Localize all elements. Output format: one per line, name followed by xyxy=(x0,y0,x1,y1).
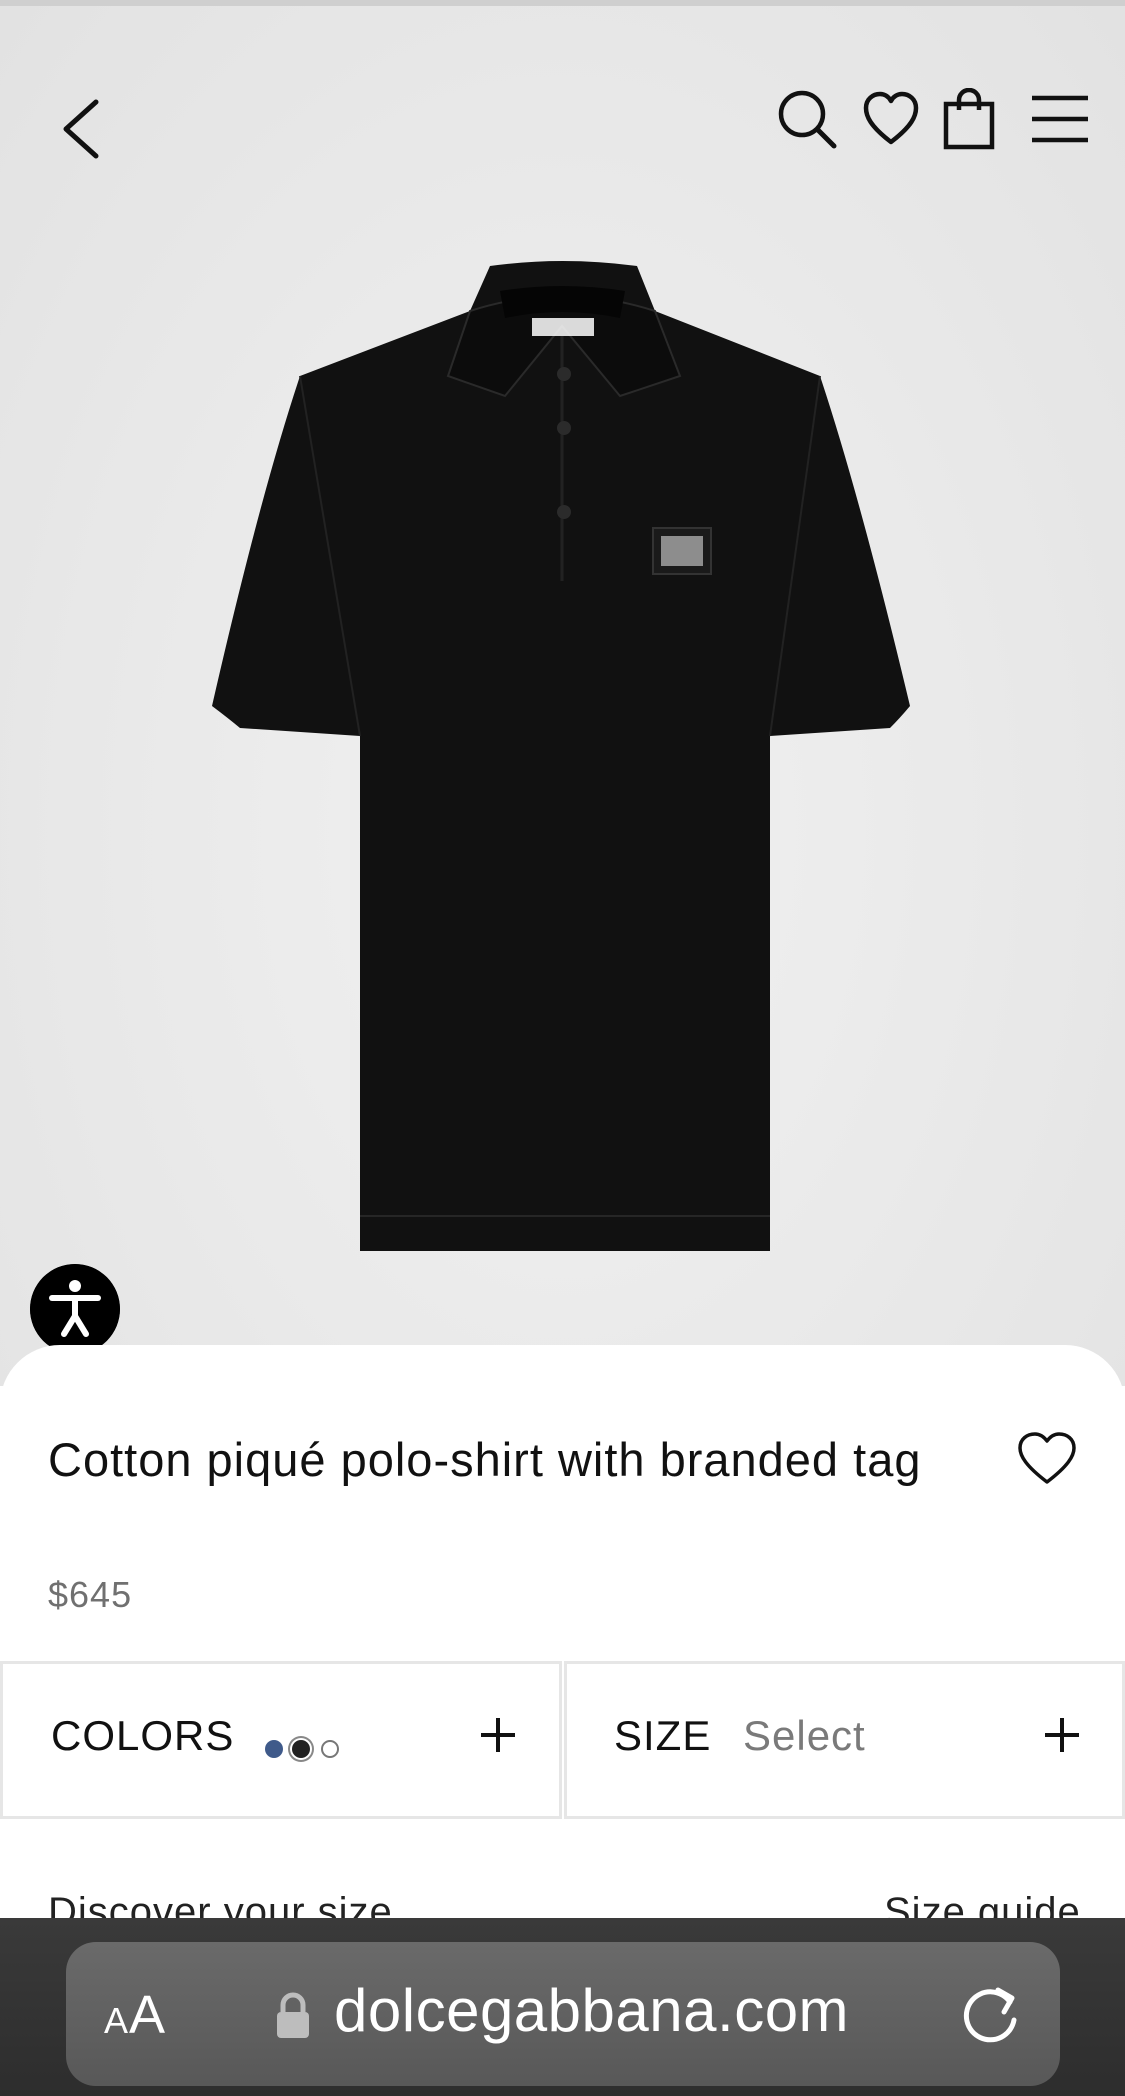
address-bar[interactable]: AA dolcegabbana.com xyxy=(66,1942,1060,2086)
heart-icon[interactable] xyxy=(862,90,920,148)
aa-small-letter: A xyxy=(104,2000,130,2041)
color-swatch-black[interactable] xyxy=(292,1740,310,1758)
product-image-area[interactable] xyxy=(0,6,1125,1386)
plus-icon[interactable] xyxy=(477,1714,519,1756)
product-title: Cotton piqué polo-shirt with branded tag xyxy=(48,1433,922,1486)
product-price: $645 xyxy=(48,1574,133,1615)
lock-icon xyxy=(277,1992,309,2038)
browser-bottom-bar: AA dolcegabbana.com xyxy=(0,1918,1125,2096)
chevron-left-icon[interactable] xyxy=(56,96,106,162)
aa-big-letter: A xyxy=(129,1985,167,2045)
text-size-button[interactable]: AA xyxy=(104,1984,166,2046)
size-label: SIZE xyxy=(614,1712,712,1759)
plus-icon[interactable] xyxy=(1041,1714,1083,1756)
color-swatch-white[interactable] xyxy=(321,1740,339,1758)
reload-icon[interactable] xyxy=(958,1980,1024,2046)
search-icon[interactable] xyxy=(776,88,838,150)
size-selector[interactable]: SIZE Select xyxy=(564,1661,1125,1819)
hamburger-menu-icon[interactable] xyxy=(1030,92,1090,146)
accessibility-icon[interactable] xyxy=(30,1264,120,1354)
size-value[interactable]: Select xyxy=(743,1712,866,1760)
black-polo-shirt xyxy=(212,261,910,1251)
colors-label: COLORS xyxy=(51,1712,235,1759)
shopping-bag-icon[interactable] xyxy=(942,88,996,150)
domain-text: dolcegabbana.com xyxy=(334,1977,850,2044)
color-swatch-blue[interactable] xyxy=(265,1740,283,1758)
colors-selector[interactable]: COLORS xyxy=(0,1661,562,1819)
heart-icon[interactable] xyxy=(1016,1430,1078,1488)
